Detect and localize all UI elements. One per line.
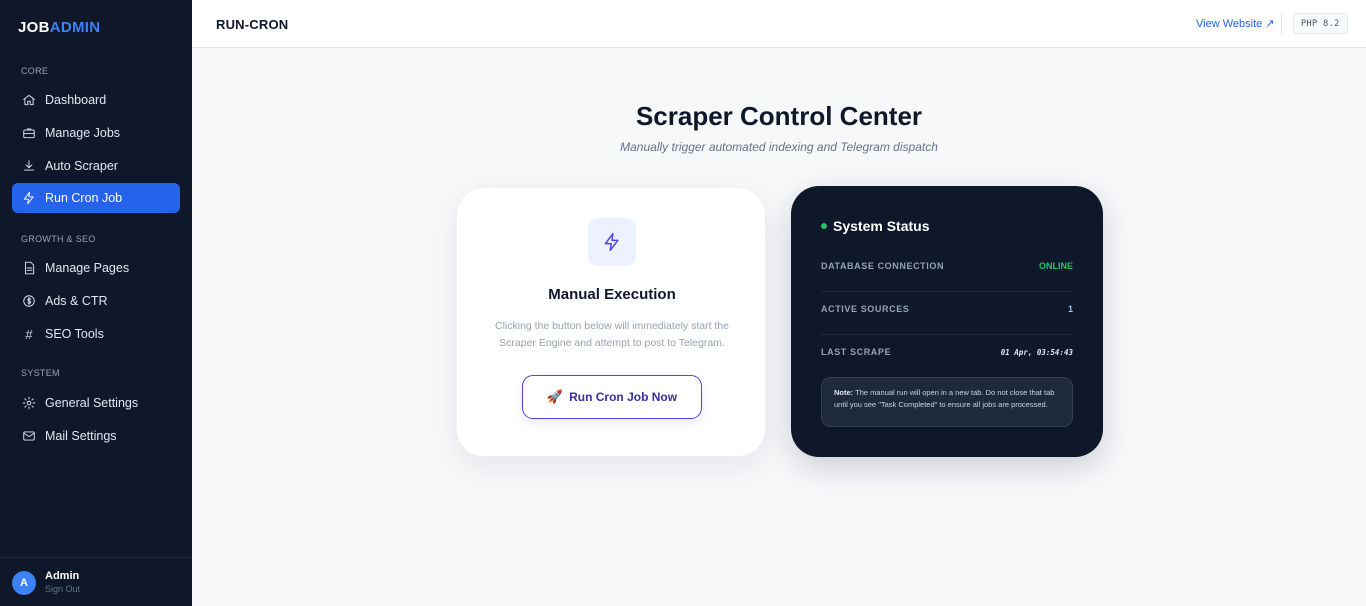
status-row-value: 01 Apr, 03:54:43 (1000, 348, 1073, 357)
system-status-heading: System Status (821, 218, 929, 234)
file-icon (22, 261, 36, 275)
dollar-circle-icon (22, 294, 36, 308)
nav-section-core: CORE (21, 66, 49, 76)
nav-section-system: SYSTEM (21, 368, 60, 378)
run-cron-job-now-button[interactable]: 🚀 Run Cron Job Now (522, 375, 702, 419)
page-title: RUN-CRON (216, 17, 289, 32)
sidebar-item-auto-scraper[interactable]: Auto Scraper (12, 151, 180, 181)
sidebar-item-manage-jobs[interactable]: Manage Jobs (12, 118, 180, 148)
bolt-icon (22, 191, 36, 205)
status-row-value: 1 (1067, 304, 1073, 314)
sidebar-item-label: General Settings (45, 396, 139, 410)
status-row-value: ONLINE (1038, 261, 1073, 271)
main-title: Scraper Control Center (635, 101, 923, 131)
user-name: Admin (45, 570, 80, 582)
sidebar: JOBADMIN CORE Dashboard Manage Jobs Auto… (0, 0, 192, 606)
hash-icon: # (25, 326, 33, 342)
manual-execution-title: Manual Execution (548, 286, 676, 303)
sidebar-item-label: Mail Settings (45, 429, 117, 443)
status-row-label: DATABASE CONNECTION (821, 261, 945, 271)
sidebar-item-manage-pages[interactable]: Manage Pages (12, 253, 180, 283)
sidebar-item-label: Auto Scraper (45, 159, 118, 173)
brand-text-accent: ADMIN (49, 19, 101, 36)
system-status-card: System Status DATABASE CONNECTION ONLINE… (791, 186, 1103, 457)
gear-icon (22, 396, 36, 410)
home-icon (22, 93, 36, 107)
brand-logo[interactable]: JOBADMIN (18, 19, 100, 36)
download-icon (22, 159, 36, 173)
status-row-label: ACTIVE SOURCES (821, 304, 910, 314)
mail-icon (22, 429, 36, 443)
system-status-title: System Status (833, 218, 930, 234)
sidebar-item-label: SEO Tools (45, 327, 104, 341)
run-button-label: Run Cron Job Now (569, 390, 678, 404)
rocket-icon: 🚀 (546, 389, 564, 404)
sidebar-item-ads-ctr[interactable]: Ads & CTR (12, 286, 180, 316)
sidebar-item-mail-settings[interactable]: Mail Settings (12, 421, 180, 451)
manual-execution-description: Clicking the button below will immediate… (494, 320, 730, 349)
sidebar-item-label: Ads & CTR (45, 294, 108, 308)
note-label: Note: (834, 388, 854, 397)
status-row-active-sources: ACTIVE SOURCES 1 (821, 292, 1073, 335)
sidebar-user-panel: A Admin Sign Out (0, 557, 192, 606)
sidebar-item-label: Run Cron Job (45, 191, 123, 205)
sidebar-item-run-cron-job[interactable]: Run Cron Job (12, 183, 180, 213)
status-row-database: DATABASE CONNECTION ONLINE (821, 249, 1073, 292)
briefcase-icon (22, 126, 36, 140)
header-divider (1281, 14, 1282, 34)
bolt-icon (588, 218, 636, 266)
sidebar-item-label: Manage Pages (45, 261, 130, 275)
status-online-dot-icon (821, 223, 827, 229)
brand-text-primary: JOB (18, 19, 50, 36)
nav-section-growth-seo: GROWTH & SEO (21, 234, 96, 244)
status-row-last-scrape: LAST SCRAPE 01 Apr, 03:54:43 (821, 335, 1073, 378)
main-subtitle: Manually trigger automated indexing and … (620, 140, 938, 154)
sidebar-item-label: Manage Jobs (45, 126, 121, 140)
sidebar-item-seo-tools[interactable]: # SEO Tools (12, 319, 180, 349)
note-text: The manual run will open in a new tab. D… (834, 388, 1055, 409)
view-website-link[interactable]: View Website ↗ (1196, 17, 1275, 30)
sidebar-item-dashboard[interactable]: Dashboard (12, 85, 180, 115)
sign-out-link[interactable]: Sign Out (45, 584, 80, 594)
sidebar-item-general-settings[interactable]: General Settings (12, 388, 180, 418)
top-header: RUN-CRON View Website ↗ PHP 8.2 (192, 0, 1366, 48)
status-row-label: LAST SCRAPE (821, 347, 892, 357)
sidebar-item-label: Dashboard (45, 93, 107, 107)
manual-execution-card: Manual Execution Clicking the button bel… (456, 187, 766, 457)
avatar[interactable]: A (12, 571, 36, 595)
php-version-badge: PHP 8.2 (1293, 13, 1348, 34)
status-note: Note: The manual run will open in a new … (821, 377, 1073, 427)
